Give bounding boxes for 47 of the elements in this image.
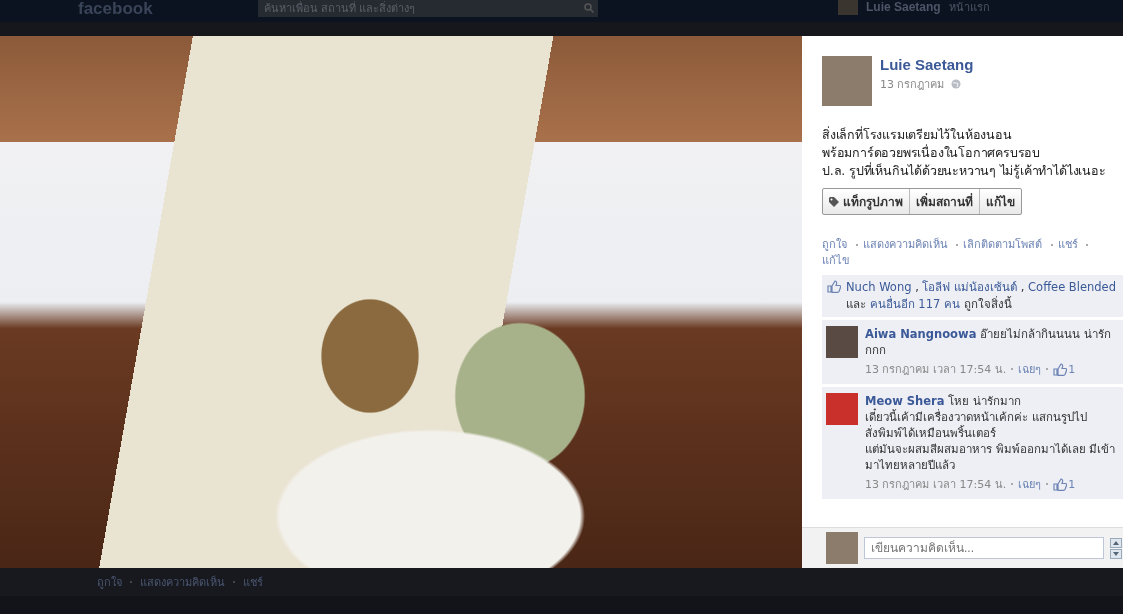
- post-date-link[interactable]: 13 กรกฎาคม: [880, 75, 945, 93]
- avatar-photo[interactable]: [822, 56, 872, 106]
- caret-down-icon: [1113, 551, 1119, 556]
- globe-icon: [950, 79, 961, 89]
- action-link[interactable]: แชร์: [1057, 238, 1078, 251]
- avatar-photo[interactable]: [838, 0, 858, 15]
- action-link[interactable]: ถูกใจ: [97, 573, 122, 591]
- scroll-up-button[interactable]: [1110, 537, 1122, 548]
- user-name-link[interactable]: Luie Saetang: [866, 0, 941, 14]
- reaction-link[interactable]: เฉยๆ: [1018, 360, 1042, 378]
- avatar-photo[interactable]: [826, 532, 858, 564]
- tag-icon: [829, 196, 839, 207]
- post-option-button[interactable]: แก้ไข: [979, 189, 1021, 214]
- thumbs-up-icon: [1053, 362, 1068, 376]
- action-link[interactable]: ถูกใจ: [822, 238, 847, 251]
- home-link[interactable]: หน้าแรก: [948, 0, 990, 16]
- liker-link[interactable]: Coffee Blended: [1028, 280, 1116, 294]
- comment-input-field[interactable]: เขียนความคิดเห็น...: [864, 537, 1104, 559]
- reaction-link[interactable]: เฉยๆ: [1018, 475, 1042, 493]
- avatar-photo[interactable]: [826, 326, 858, 358]
- thumbs-up-icon: [827, 280, 841, 293]
- post-text: สิ่งเล็กที่โรงแรมเตรียมไว้ในห้องนอน พร้อมการ์ดอวยพรเนื่องในโอกาศครบรอบ ป.ล. รูปที่เห็นกินได้ด้วยนะหวานๆ ไม่รู้เค้าทำได้ไงเนอะ: [822, 126, 1107, 180]
- liker-link[interactable]: คนอื่นอีก 117 คน: [869, 297, 960, 311]
- comment-time: 13 กรกฎาคม เวลา 17:54 น.: [865, 362, 1007, 378]
- post-option-button[interactable]: เพิ่มสถานที่: [909, 189, 979, 214]
- commenter-link[interactable]: Meow Shera: [865, 394, 945, 408]
- comment-time: 13 กรกฎาคม เวลา 17:54 น.: [865, 477, 1007, 493]
- action-link[interactable]: แก้ไข: [822, 254, 850, 267]
- likes-summary: Nuch Wong , โอลีฟ แม่น้องเซ้นต์ , Coffee Blended และ คนอื่นอีก 117 คน ถูกใจสิ่งนี้: [822, 275, 1123, 317]
- action-link[interactable]: เลิกติดตามโพสต์: [963, 238, 1042, 251]
- commenter-link[interactable]: Aiwa Nangnoowa: [865, 327, 977, 341]
- thumbs-up-icon: [1053, 477, 1068, 491]
- like-count-link[interactable]: 1: [1053, 362, 1076, 376]
- liker-link[interactable]: โอลีฟ แม่น้องเซ้นต์: [922, 280, 1018, 294]
- action-link[interactable]: แชร์: [243, 573, 263, 591]
- like-count-link[interactable]: 1: [1053, 477, 1076, 491]
- action-link[interactable]: แสดงความคิดเห็น: [862, 238, 948, 251]
- scroll-down-button[interactable]: [1110, 548, 1122, 559]
- avatar-photo[interactable]: [826, 393, 858, 425]
- author-name-link[interactable]: Luie Saetang: [880, 56, 974, 73]
- search-icon: [584, 3, 594, 13]
- comment-text: Meow Shera โหย น่ารักมาก เดี๋ยวนี้เค้ามีเครื่องวาดหน้าเค้กค่ะ แสกนรูปไป สั่งพิมพ์ได้เหมือนพริ้นเตอร์ แต่มันจะผสมสีผสมอาหาร พิมพ์ออกมาได้เลย มีเข้ามาไทยหลายปีแล้ว: [865, 393, 1117, 473]
- liker-link[interactable]: Nuch Wong: [846, 280, 912, 294]
- comment-text: Aiwa Nangnoowa อ๊ายยไม่กล้ากินนนน น่ารักกกก: [865, 326, 1112, 358]
- caret-up-icon: [1113, 540, 1119, 545]
- post-option-button[interactable]: แท็กรูปภาพ: [823, 189, 909, 214]
- action-link[interactable]: แสดงความคิดเห็น: [140, 573, 225, 591]
